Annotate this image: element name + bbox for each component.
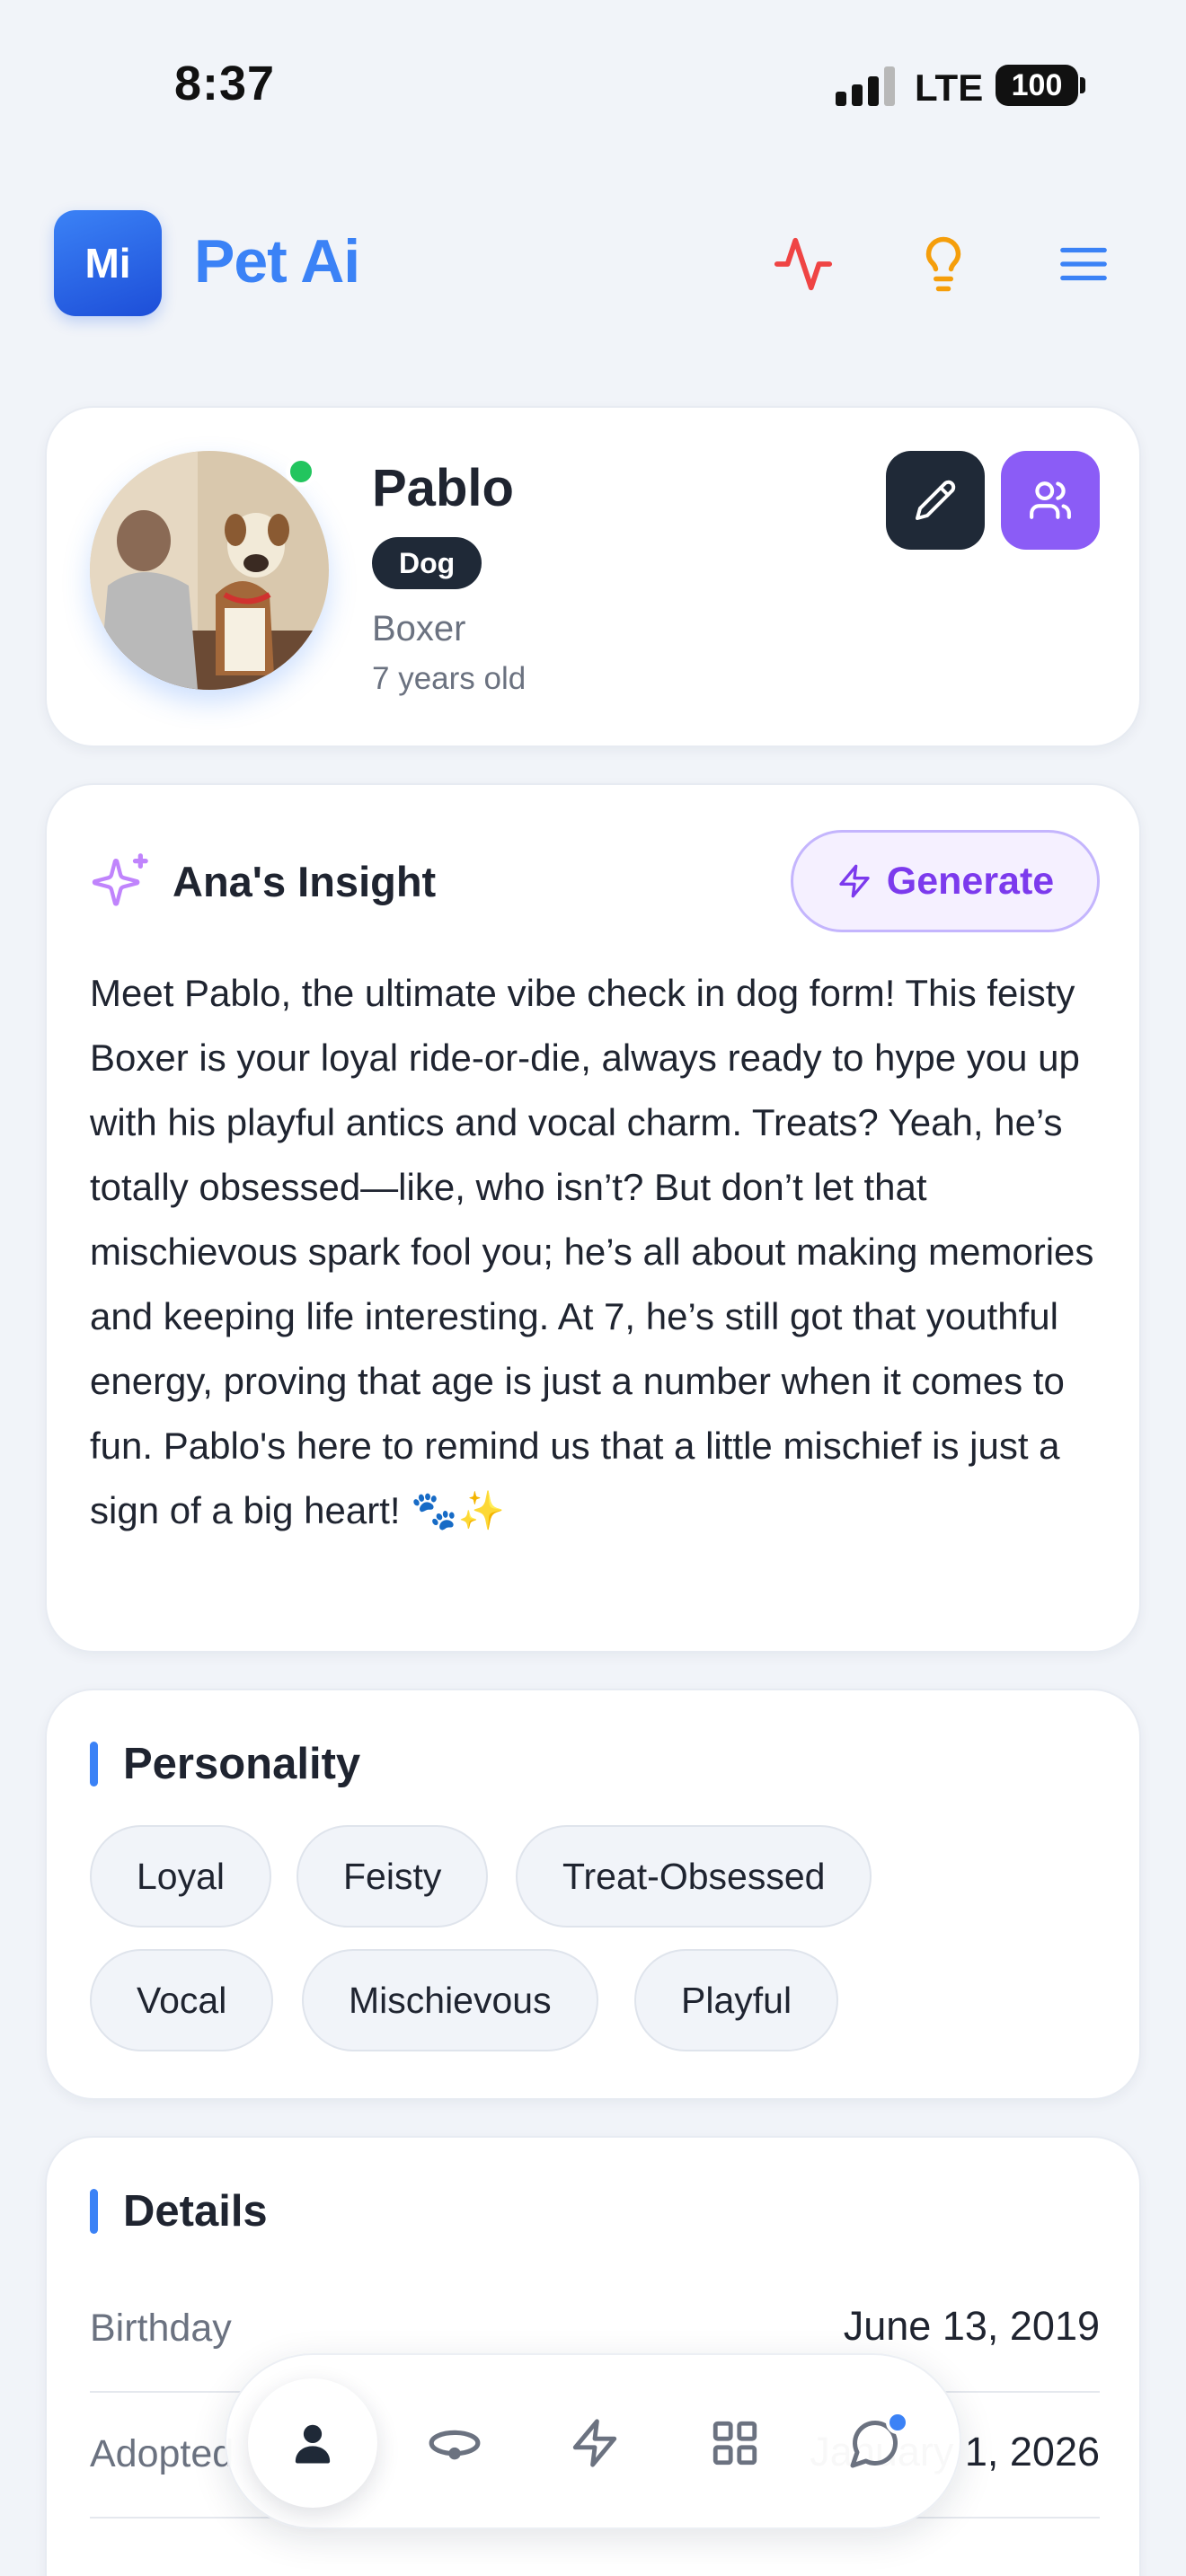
tips-button[interactable]: [907, 228, 979, 300]
personality-tag: Treat-Obsessed: [516, 1825, 872, 1928]
personality-tag: Loyal: [90, 1825, 272, 1928]
battery-tip: [1080, 77, 1085, 93]
nav-collar[interactable]: [401, 2389, 509, 2497]
sparkle-icon: [92, 853, 148, 906]
grid-icon: [712, 2421, 757, 2466]
insight-text: Meet Pablo, the ultimate vibe check in d…: [90, 972, 1094, 1531]
pet-name: Pablo: [372, 459, 514, 517]
personality-heading: Personality: [90, 1739, 360, 1789]
nav-profile[interactable]: [248, 2378, 377, 2508]
activity-button[interactable]: [767, 228, 839, 300]
profile-card: Pablo Dog Boxer 7 years old: [45, 406, 1141, 747]
status-time: 8:37: [174, 57, 276, 110]
detail-label: Adopted: [90, 2432, 235, 2475]
insight-card: Ana's Insight Generate Meet Pablo, the u…: [45, 783, 1141, 1653]
details-title: Details: [123, 2187, 268, 2236]
battery-icon: 100: [996, 65, 1078, 106]
lightning-icon: [839, 864, 870, 898]
nav-apps[interactable]: [681, 2389, 789, 2497]
nav-chat[interactable]: [821, 2389, 929, 2497]
status-bar: 8:37 LTE 100: [0, 0, 1186, 153]
species-badge: Dog: [372, 537, 482, 589]
lightbulb-icon: [925, 236, 961, 292]
profile-icon: [295, 2424, 331, 2464]
insight-title: Ana's Insight: [173, 858, 437, 905]
personality-tag: Feisty: [296, 1825, 489, 1928]
pencil-icon: [916, 480, 956, 520]
pet-breed: Boxer: [372, 609, 466, 648]
personality-tag: Mischievous: [302, 1949, 598, 2051]
share-owners-button[interactable]: [1001, 451, 1100, 550]
collar-icon: [429, 2430, 481, 2460]
pet-age: 7 years old: [372, 661, 527, 696]
users-icon: [1030, 481, 1071, 519]
edit-button[interactable]: [886, 451, 985, 550]
nav-activity[interactable]: [541, 2389, 649, 2497]
menu-icon: [1060, 247, 1107, 281]
pet-photo: [90, 451, 329, 690]
app-logo[interactable]: Mi: [54, 210, 162, 316]
generate-label: Generate: [886, 859, 1055, 903]
bottom-nav: [225, 2353, 961, 2529]
detail-value: June 13, 2019: [843, 2303, 1100, 2349]
network-type: LTE: [915, 66, 984, 109]
signal-icon: [836, 66, 897, 106]
activity-icon: [774, 237, 833, 291]
personality-title: Personality: [123, 1740, 361, 1788]
lightning-icon: [572, 2419, 617, 2467]
menu-button[interactable]: [1048, 228, 1120, 300]
chat-notification-dot: [886, 2411, 909, 2434]
personality-tag: Vocal: [90, 1949, 274, 2051]
details-heading: Details: [90, 2186, 268, 2236]
personality-card: Personality Loyal Feisty Treat-Obsessed …: [45, 1689, 1141, 2100]
pet-avatar[interactable]: [90, 451, 329, 690]
online-indicator: [286, 456, 316, 487]
app-header: Mi Pet Ai: [0, 207, 1186, 318]
app-title: Pet Ai: [194, 227, 360, 296]
personality-tag: Playful: [634, 1949, 839, 2051]
section-accent-bar: [90, 2189, 98, 2234]
detail-label: Birthday: [90, 2307, 232, 2350]
generate-button[interactable]: Generate: [791, 830, 1100, 932]
pet-profile-screen: 8:37 LTE 100 Mi Pet Ai Pablo Dog Boxer 7…: [0, 0, 1186, 2576]
section-accent-bar: [90, 1742, 98, 1786]
